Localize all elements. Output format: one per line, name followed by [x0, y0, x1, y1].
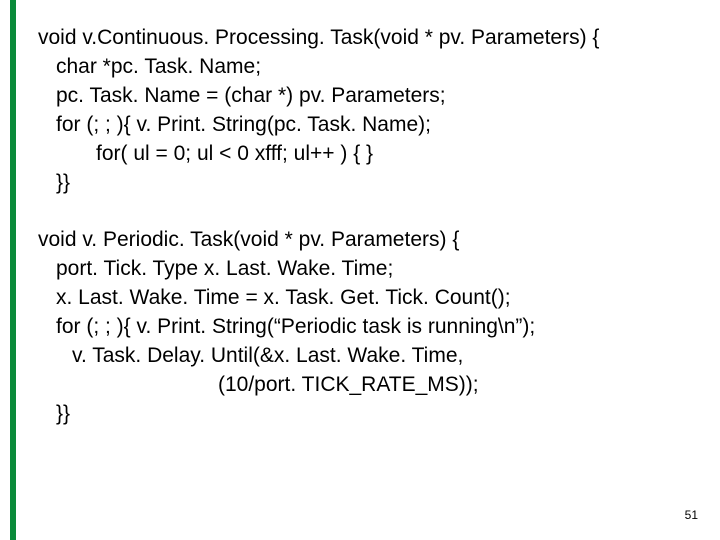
code-line: for( ul = 0; ul < 0 xfff; ul++ ) { }	[38, 140, 690, 169]
page-number: 51	[685, 508, 698, 522]
code-line: void v.Continuous. Processing. Task(void…	[38, 24, 690, 53]
code-line: x. Last. Wake. Time = x. Task. Get. Tick…	[38, 284, 690, 313]
code-line: for (; ; ){ v. Print. String(“Periodic t…	[38, 313, 690, 342]
code-line: char *pc. Task. Name;	[38, 53, 690, 82]
code-line: }}	[38, 400, 690, 429]
code-line: }}	[38, 169, 690, 198]
code-line: port. Tick. Type x. Last. Wake. Time;	[38, 255, 690, 284]
code-line: for (; ; ){ v. Print. String(pc. Task. N…	[38, 111, 690, 140]
code-line: v. Task. Delay. Until(&x. Last. Wake. Ti…	[38, 342, 690, 371]
code-line: void v. Periodic. Task(void * pv. Parame…	[38, 226, 690, 255]
code-block-2: void v. Periodic. Task(void * pv. Parame…	[38, 226, 690, 429]
code-line: pc. Task. Name = (char *) pv. Parameters…	[38, 82, 690, 111]
accent-bar	[10, 0, 16, 540]
code-line: (10/port. TICK_RATE_MS));	[38, 371, 690, 400]
slide-content: void v.Continuous. Processing. Task(void…	[38, 24, 690, 457]
slide: void v.Continuous. Processing. Task(void…	[0, 0, 720, 540]
code-block-1: void v.Continuous. Processing. Task(void…	[38, 24, 690, 198]
